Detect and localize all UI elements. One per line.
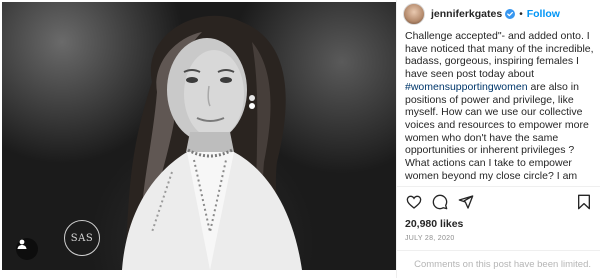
header-separator: • <box>519 8 523 20</box>
user-tag-icon <box>17 239 27 249</box>
post-photo[interactable]: SAS <box>2 2 396 270</box>
verified-badge-icon <box>505 9 516 19</box>
follow-button[interactable]: Follow <box>527 8 560 20</box>
share-icon <box>458 194 474 209</box>
photographer-watermark-logo: SAS <box>64 220 100 256</box>
instagram-post: SAS jenniferkgates • Follow Challenge ac… <box>0 0 600 278</box>
likes-count[interactable]: 20,980 likes <box>405 218 463 230</box>
user-tag-button[interactable] <box>16 238 38 260</box>
share-button[interactable] <box>457 193 475 211</box>
portrait-illustration <box>122 15 302 270</box>
action-bar <box>397 186 600 210</box>
post-side-panel: jenniferkgates • Follow Challenge accept… <box>396 0 600 278</box>
hashtag-link[interactable]: #womensupportingwomen <box>405 81 528 93</box>
post-header: jenniferkgates • Follow <box>397 0 600 28</box>
bookmark-icon <box>578 194 590 209</box>
caption-text-start: Challenge accepted"- and added onto. I h… <box>405 30 594 81</box>
post-caption: Challenge accepted"- and added onto. I h… <box>405 30 599 182</box>
comments-limited-notice: Comments on this post have been limited. <box>397 250 600 278</box>
watermark-text: SAS <box>70 232 94 244</box>
heart-icon <box>406 195 422 209</box>
username-link[interactable]: jenniferkgates <box>431 8 502 20</box>
save-button[interactable] <box>575 193 593 211</box>
avatar[interactable] <box>403 3 425 25</box>
comment-icon <box>432 194 448 209</box>
post-date[interactable]: JULY 28, 2020 <box>405 235 455 242</box>
caption-text-end: are also in positions of power and privi… <box>405 80 589 182</box>
comment-button[interactable] <box>431 193 449 211</box>
like-button[interactable] <box>405 193 423 211</box>
